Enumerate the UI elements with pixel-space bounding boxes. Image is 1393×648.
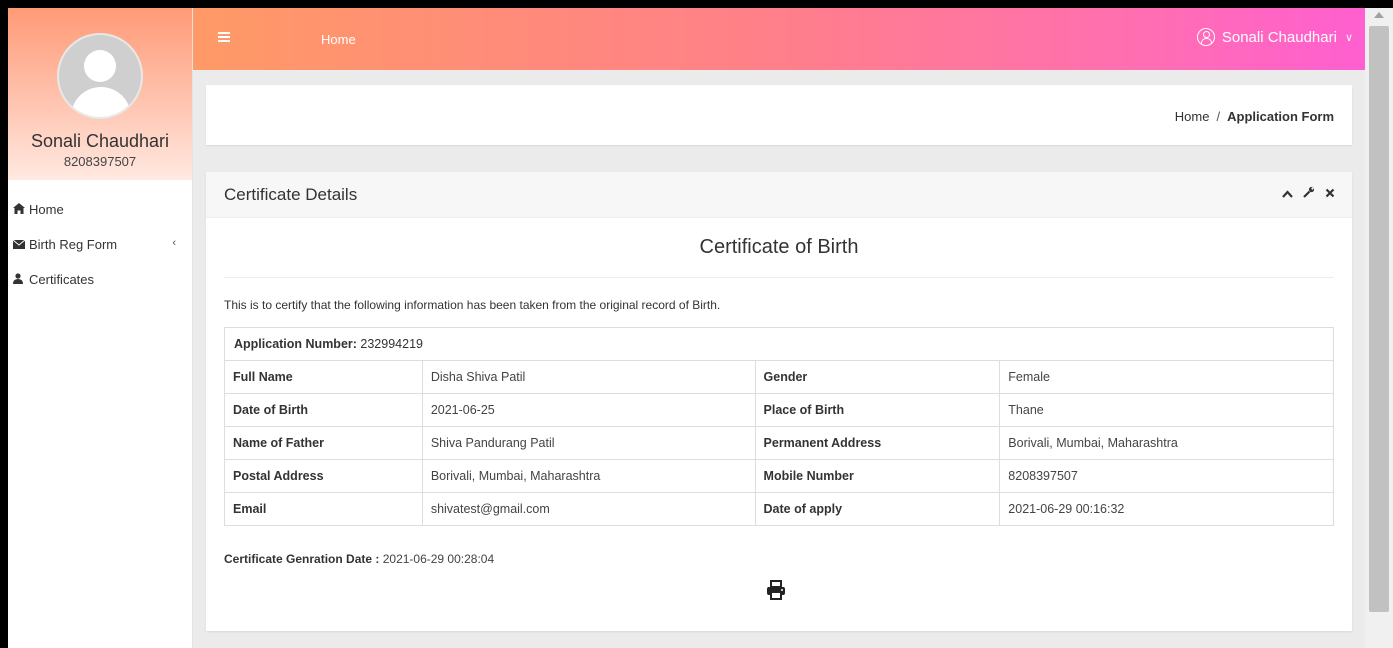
breadcrumb-current: Application Form [1227,109,1334,124]
user-menu[interactable]: Sonali Chaudhari ∨ [1196,28,1353,46]
field-label: Full Name [224,360,423,394]
field-label: Gender [754,360,1001,394]
field-label: Place of Birth [754,393,1001,427]
certificate-generation-date: Certificate Genration Date : 2021-06-29 … [224,552,494,566]
breadcrumb-home[interactable]: Home [1175,109,1210,124]
user-icon [13,272,27,287]
generation-date-label: Certificate Genration Date : [224,552,380,566]
certificate-table: Application Number: 232994219 Full Name … [224,327,1334,526]
avatar [57,33,143,119]
sidebar-item-label: Certificates [29,272,95,287]
sidebar-nav: Home Birth Reg Form ‹ Certificates [8,192,192,297]
field-value: Disha Shiva Patil [421,360,756,394]
table-row: Postal Address Borivali, Mumbai, Maharas… [224,459,1334,493]
field-value: shivatest@gmail.com [421,492,756,526]
profile-card: Sonali Chaudhari 8208397507 [8,8,192,180]
field-label: Postal Address [224,459,423,493]
field-value: Shiva Pandurang Patil [421,426,756,460]
profile-phone: 8208397507 [63,154,137,169]
close-icon[interactable] [1325,186,1335,201]
certificate-intro: This is to certify that the following in… [224,298,721,312]
avatar-body [71,87,131,117]
field-label: Date of apply [754,492,1001,526]
table-row: Full Name Disha Shiva Patil Gender Femal… [224,360,1334,394]
sidebar-item-label: Birth Reg Form [29,237,118,252]
vertical-scrollbar[interactable] [1365,8,1393,648]
sidebar-item-label: Home [29,202,64,217]
table-row: Name of Father Shiva Pandurang Patil Per… [224,426,1334,460]
application-number-label: Application Number: [234,337,357,351]
envelope-icon [12,238,27,252]
avatar-head [84,50,116,82]
field-value: 8208397507 [999,459,1334,493]
menu-toggle-icon[interactable] [218,32,230,43]
generation-date-value: 2021-06-29 00:28:04 [382,552,495,566]
application-number-row: Application Number: 232994219 [224,327,1334,361]
application-number-value: 232994219 [360,337,423,351]
table-row: Date of Birth 2021-06-25 Place of Birth … [224,393,1334,427]
scroll-up-icon[interactable] [1374,12,1384,18]
table-row: Email shivatest@gmail.com Date of apply … [224,492,1334,526]
sidebar: Sonali Chaudhari 8208397507 Home Birth R… [8,8,193,648]
breadcrumb-separator: / [1216,109,1221,124]
field-label: Permanent Address [754,426,1001,460]
scrollbar-thumb[interactable] [1369,26,1389,612]
field-value: Borivali, Mumbai, Maharashtra [421,459,756,493]
chevron-left-icon: ‹ [172,237,176,249]
user-menu-name: Sonali Chaudhari [1221,28,1337,46]
field-label: Name of Father [224,426,423,460]
collapse-icon[interactable] [1282,186,1293,201]
sidebar-item-home[interactable]: Home [8,192,192,227]
breadcrumb: Home / Application Form [1175,109,1334,124]
field-value: 2021-06-29 00:16:32 [999,492,1334,526]
profile-name: Sonali Chaudhari [30,131,170,151]
app-window: Sonali Chaudhari 8208397507 Home Birth R… [8,8,1365,648]
wrench-icon[interactable] [1303,186,1315,201]
field-label: Mobile Number [754,459,1001,493]
certificate-panel: Certificate Details Certificate of Birth… [206,172,1352,631]
field-value: Borivali, Mumbai, Maharashtra [999,426,1334,460]
top-header: Home Sonali Chaudhari ∨ [193,8,1365,70]
user-circle-icon [1196,28,1215,46]
panel-header: Certificate Details [206,172,1352,218]
panel-title: Certificate Details [224,185,358,204]
divider [224,277,1334,278]
field-value: Female [999,360,1334,394]
field-value: 2021-06-25 [421,393,756,427]
sidebar-item-birth-reg-form[interactable]: Birth Reg Form ‹ [8,227,192,262]
print-icon[interactable] [766,580,786,600]
header-home-link[interactable]: Home [321,32,356,47]
sidebar-item-certificates[interactable]: Certificates [8,262,192,297]
breadcrumb-panel: Home / Application Form [206,85,1352,145]
field-label: Email [224,492,423,526]
chevron-down-icon: ∨ [1344,31,1353,44]
home-icon [13,202,27,217]
certificate-title: Certificate of Birth [699,236,859,258]
panel-tools [1282,186,1335,201]
field-value: Thane [999,393,1334,427]
field-label: Date of Birth [224,393,423,427]
